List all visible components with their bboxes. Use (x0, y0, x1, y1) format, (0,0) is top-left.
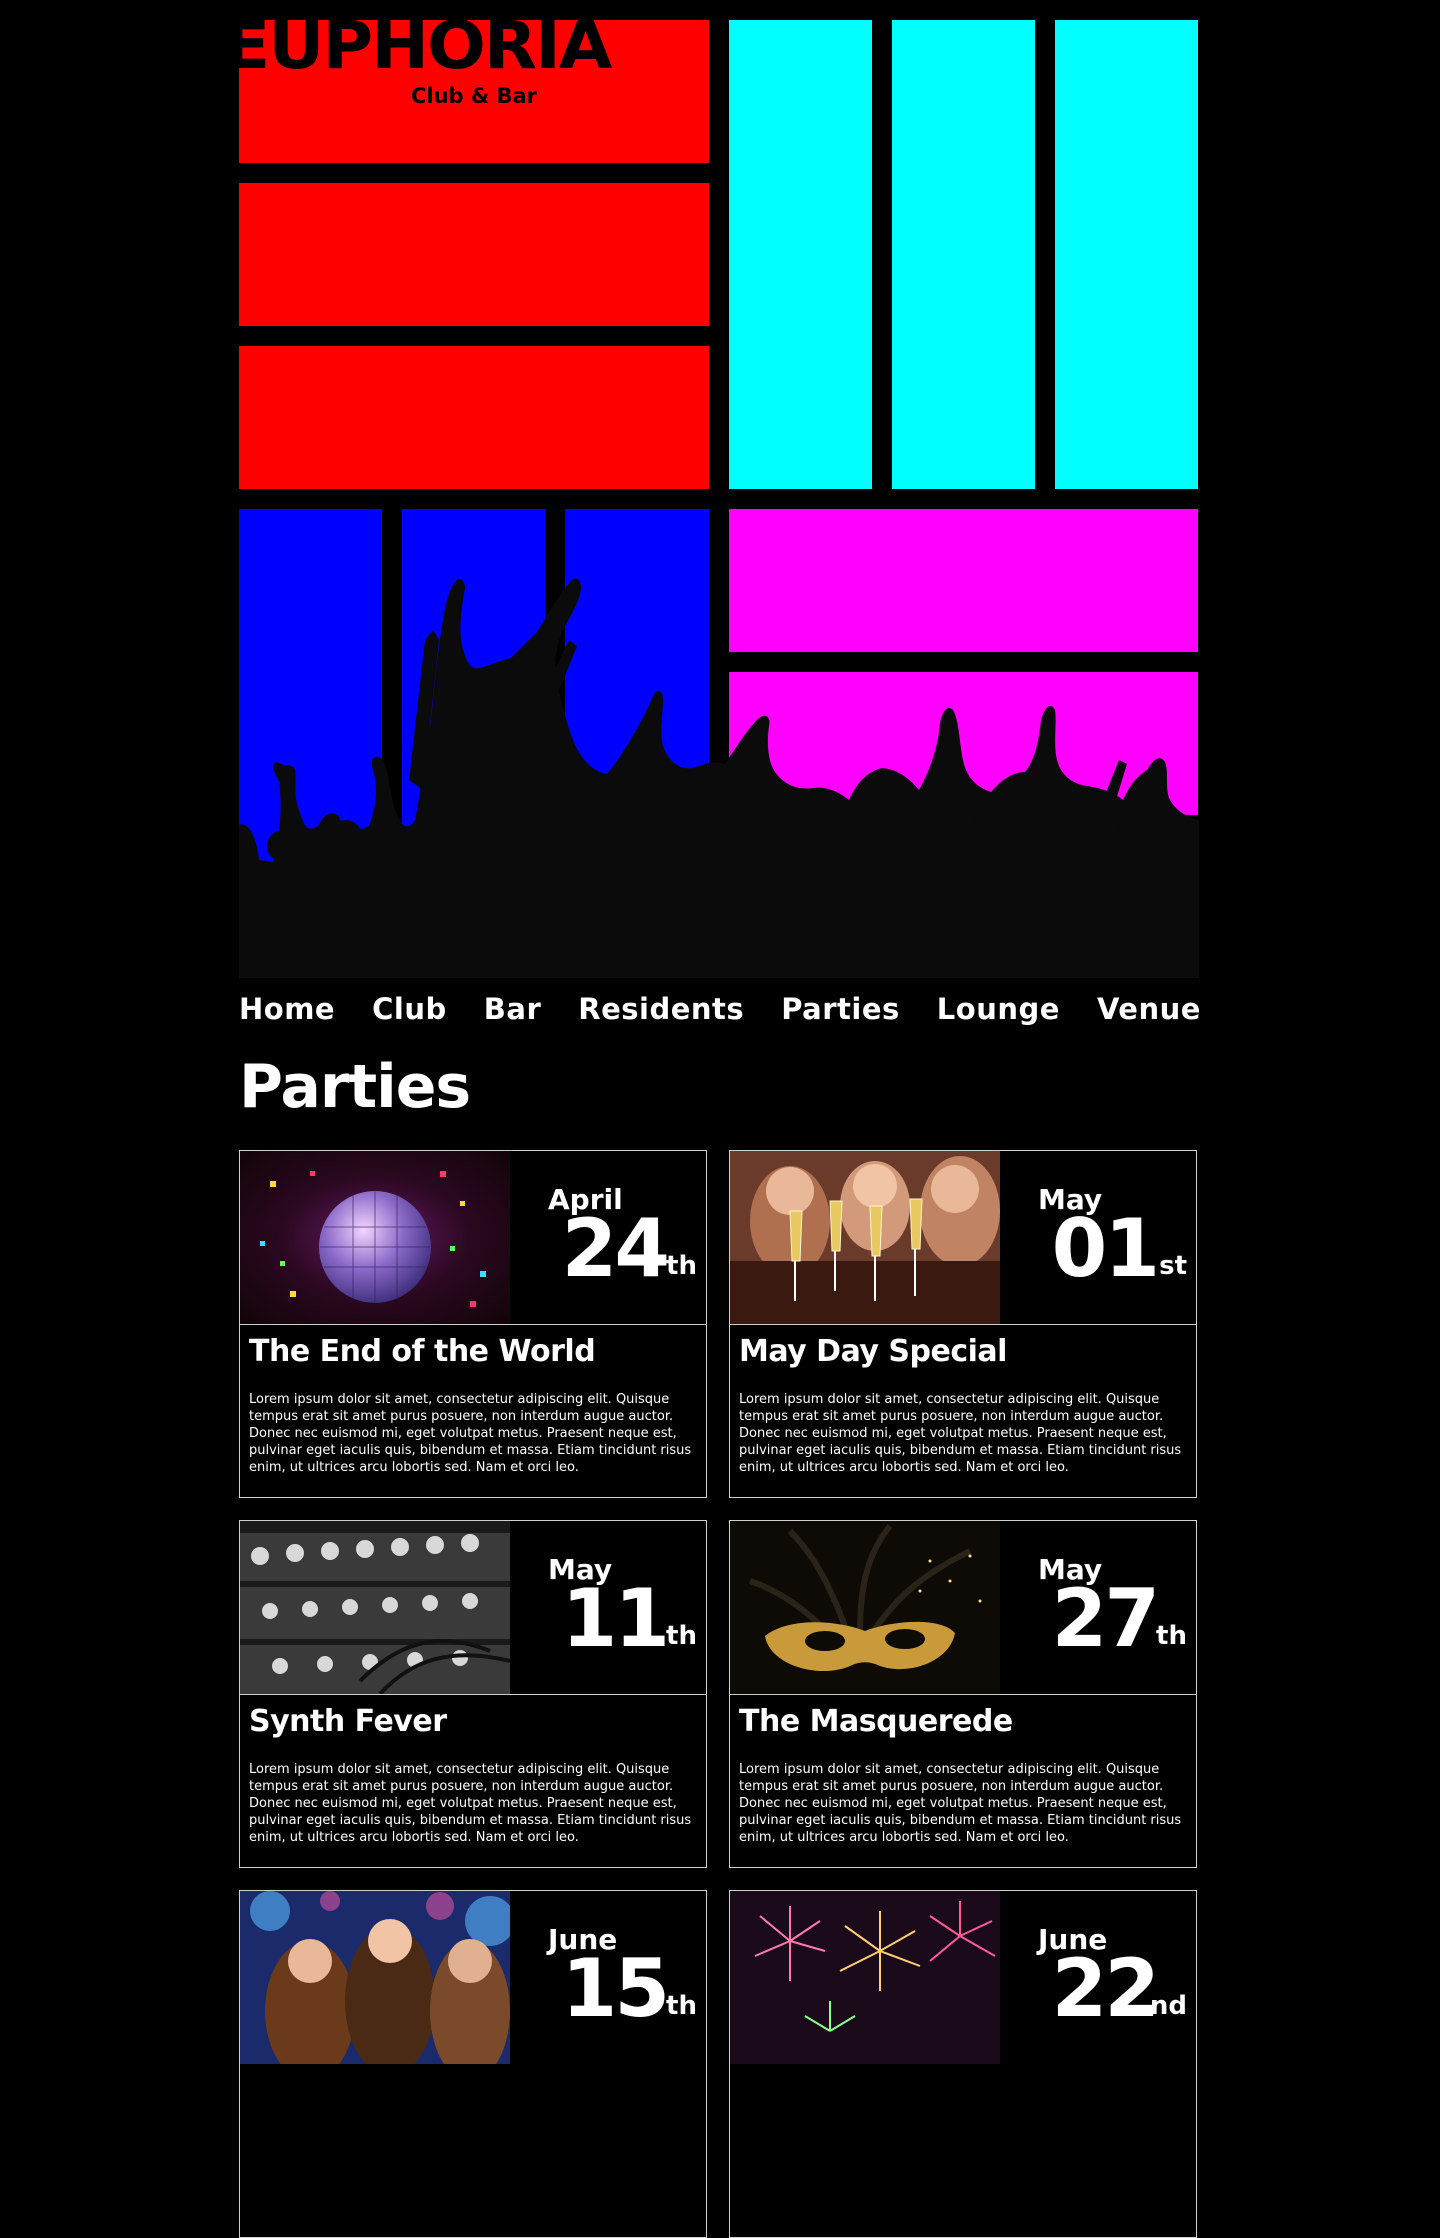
nav-item-home[interactable]: Home (239, 992, 335, 1026)
champagne-toast-image (730, 1151, 1000, 1324)
party-date: April 24 th (510, 1151, 707, 1324)
party-title[interactable]: The End of the World (249, 1334, 596, 1369)
party-date: May 11 th (510, 1521, 707, 1694)
party-day: 15 (561, 1942, 670, 2035)
card-divider (240, 1694, 706, 1695)
dancing-crowd-image (240, 1891, 510, 2064)
nav-item-parties[interactable]: Parties (781, 992, 900, 1026)
party-day-suffix: th (666, 1621, 697, 1651)
crowd-silhouette-image (239, 578, 1199, 978)
party-description: Lorem ipsum dolor sit amet, consectetur … (739, 1762, 1182, 1845)
disco-ball-image (240, 1151, 510, 1324)
hero-banner: EUPHORIA Club & Bar (239, 16, 1199, 978)
party-day: 01 (1051, 1202, 1160, 1295)
nav-item-venue[interactable]: Venue (1097, 992, 1201, 1026)
party-description: Lorem ipsum dolor sit amet, consectetur … (249, 1392, 692, 1475)
synthesizer-image (240, 1521, 510, 1694)
party-date: May 27 th (1000, 1521, 1197, 1694)
party-day-suffix: th (666, 1251, 697, 1281)
party-title[interactable]: May Day Special (739, 1334, 1007, 1369)
party-day-suffix: nd (1149, 1991, 1187, 2021)
fireworks-image (730, 1891, 1000, 2064)
party-day: 27 (1051, 1572, 1160, 1665)
party-title[interactable]: Synth Fever (249, 1704, 447, 1739)
card-divider (730, 1694, 1196, 1695)
nav-item-bar[interactable]: Bar (484, 992, 541, 1026)
masquerade-mask-image (730, 1521, 1000, 1694)
party-card[interactable]: June 15 th (239, 1890, 707, 2238)
party-description: Lorem ipsum dolor sit amet, consectetur … (249, 1762, 692, 1845)
party-card[interactable]: June 22 nd (729, 1890, 1197, 2238)
party-title[interactable]: The Masquerede (739, 1704, 1013, 1739)
party-day: 22 (1051, 1942, 1160, 2035)
card-divider (240, 1324, 706, 1325)
party-day: 11 (561, 1572, 670, 1665)
party-card[interactable]: May 11 th Synth Fever Lorem ipsum dolor … (239, 1520, 707, 1868)
main-navigation: Home Club Bar Residents Parties Lounge V… (239, 988, 1201, 1030)
party-day: 24 (561, 1202, 670, 1295)
party-description: Lorem ipsum dolor sit amet, consectetur … (739, 1392, 1182, 1475)
nav-item-lounge[interactable]: Lounge (937, 992, 1060, 1026)
party-card[interactable]: April 24 th The End of the World Lorem i… (239, 1150, 707, 1498)
party-day-suffix: th (1156, 1621, 1187, 1651)
nav-item-club[interactable]: Club (372, 992, 447, 1026)
party-card[interactable]: May 27 th The Masquerede Lorem ipsum dol… (729, 1520, 1197, 1868)
party-day-suffix: st (1159, 1251, 1187, 1281)
page-title: Parties (239, 1052, 471, 1122)
party-date: June 22 nd (1000, 1891, 1197, 2064)
party-date: June 15 th (510, 1891, 707, 2064)
party-date: May 01 st (1000, 1151, 1197, 1324)
party-day-suffix: th (666, 1991, 697, 2021)
card-divider (730, 1324, 1196, 1325)
party-card[interactable]: May 01 st May Day Special Lorem ipsum do… (729, 1150, 1197, 1498)
nav-item-residents[interactable]: Residents (578, 992, 744, 1026)
